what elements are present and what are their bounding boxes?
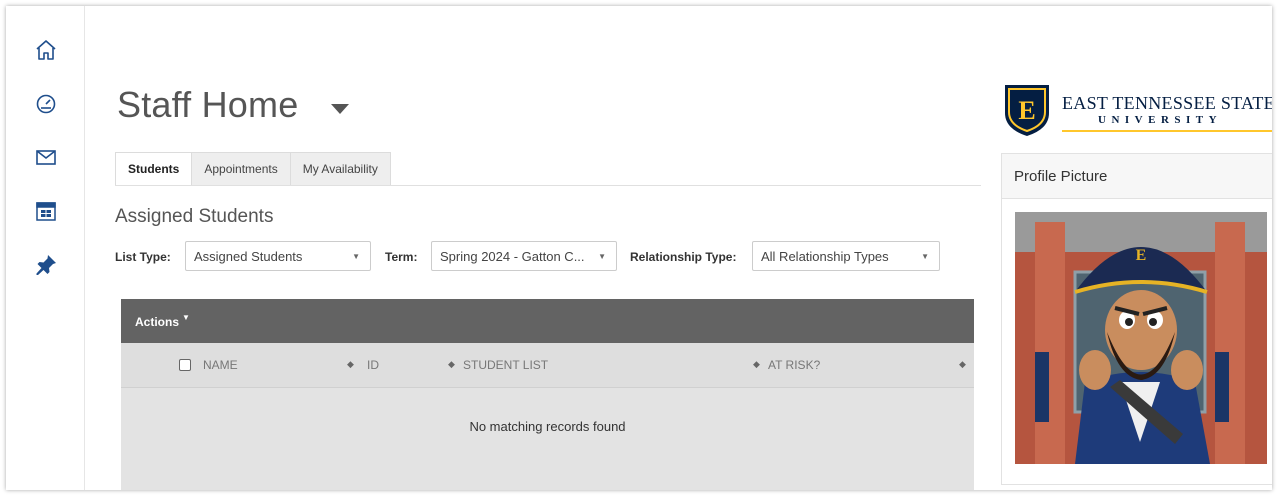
tab-bar: Students Appointments My Availability [115, 152, 391, 185]
table-toolbar: Actions ▼ [121, 299, 974, 343]
relationship-type-label: Relationship Type: [630, 250, 737, 264]
students-table: Actions ▼ NAME ◆ ID ◆ STUDENT LIST ◆ AT R… [121, 299, 974, 490]
profile-picture-panel: Profile Picture E [1001, 153, 1272, 485]
chevron-down-icon: ▼ [352, 252, 360, 261]
relationship-type-value: All Relationship Types [761, 249, 889, 264]
logo-line-2: UNIVERSITY [1098, 114, 1223, 126]
calendar-icon[interactable] [33, 198, 59, 224]
select-all-checkbox[interactable] [179, 359, 191, 371]
chevron-down-icon: ▼ [921, 252, 929, 261]
university-emblem-icon: E [1005, 85, 1049, 136]
logo-line-1: EAST TENNESSEE STATE [1062, 93, 1272, 113]
pin-icon[interactable] [33, 252, 59, 278]
chevron-down-icon: ▼ [598, 252, 606, 261]
empty-table-message: No matching records found [469, 419, 626, 434]
svg-text:E: E [1018, 96, 1035, 125]
svg-text:E: E [1136, 247, 1147, 264]
sort-icon[interactable]: ◆ [347, 359, 354, 370]
logo-gold-rule [1062, 130, 1272, 132]
title-dropdown-caret-icon[interactable] [331, 104, 349, 114]
column-header-name[interactable]: NAME [203, 358, 238, 372]
actions-label: Actions [135, 315, 180, 329]
tab-students[interactable]: Students [115, 152, 193, 185]
tab-my-availability[interactable]: My Availability [289, 152, 391, 185]
caret-down-icon: ▼ [182, 313, 190, 322]
sidebar [6, 6, 85, 490]
term-value: Spring 2024 - Gatton C... [440, 249, 585, 264]
dashboard-gauge-icon[interactable] [33, 90, 59, 116]
tab-appointments[interactable]: Appointments [191, 152, 291, 185]
profile-photo: E [1015, 212, 1267, 464]
sort-icon[interactable]: ◆ [448, 359, 455, 370]
term-select[interactable]: Spring 2024 - Gatton C... ▼ [431, 241, 617, 271]
relationship-type-select[interactable]: All Relationship Types ▼ [752, 241, 940, 271]
actions-menu[interactable]: Actions ▼ [135, 313, 190, 329]
list-type-select[interactable]: Assigned Students ▼ [185, 241, 371, 271]
list-type-value: Assigned Students [194, 249, 303, 264]
column-header-student-list[interactable]: STUDENT LIST [463, 358, 548, 372]
tabs-divider [115, 185, 981, 186]
home-icon[interactable] [33, 37, 59, 63]
list-type-label: List Type: [115, 250, 171, 264]
section-title: Assigned Students [115, 206, 274, 227]
app-window: Staff Home Students Appointments My Avai… [6, 6, 1272, 490]
profile-picture-header: Profile Picture [1002, 154, 1272, 199]
mail-icon[interactable] [33, 144, 59, 170]
table-header-row: NAME ◆ ID ◆ STUDENT LIST ◆ AT RISK? ◆ [121, 343, 974, 388]
sort-icon[interactable]: ◆ [753, 359, 760, 370]
column-header-id[interactable]: ID [367, 358, 379, 372]
page-title: Staff Home [117, 84, 299, 125]
sort-icon[interactable]: ◆ [959, 359, 966, 370]
column-header-at-risk[interactable]: AT RISK? [768, 358, 820, 372]
term-label: Term: [385, 250, 418, 264]
university-logo: E EAST TENNESSEE STATE UNIVERSITY [1002, 83, 1272, 137]
